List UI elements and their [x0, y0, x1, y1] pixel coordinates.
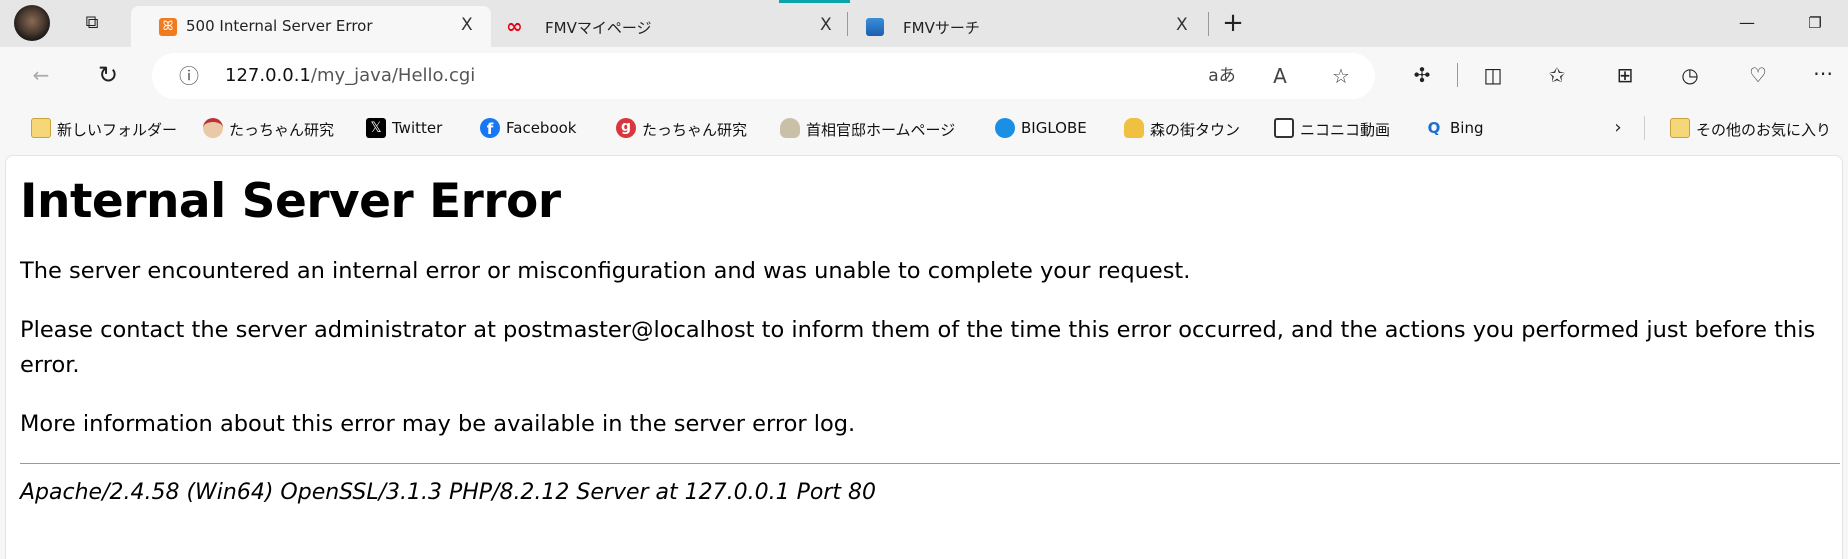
tv-icon	[1274, 118, 1294, 138]
url-path: /my_java/Hello.cgi	[310, 65, 476, 86]
split-screen-icon[interactable]: ◫	[1478, 60, 1508, 90]
bookmark-label: Facebook	[506, 119, 577, 137]
read-aloud-icon[interactable]: A	[1265, 61, 1295, 91]
address-bar[interactable]: ⓘ 127.0.0.1/my_java/Hello.cgi aあ A ☆	[152, 53, 1375, 99]
favorites-bar: 新しいフォルダー たっちゃん研究 𝕏 Twitter f Facebook g たっち…	[0, 104, 1848, 153]
new-tab-button[interactable]: +	[1218, 8, 1248, 38]
site-info-icon[interactable]: ⓘ	[174, 61, 204, 91]
g-icon: g	[616, 118, 636, 138]
tab-fmv-search[interactable]: FMVサーチ X	[858, 6, 1203, 47]
bookmark-label: BIGLOBE	[1021, 119, 1087, 137]
log-message: More information about this error may be…	[20, 411, 856, 437]
teal-indicator	[779, 0, 850, 3]
bookmark-label: 新しいフォルダー	[57, 121, 178, 139]
url-host: 127.0.0.1	[225, 65, 311, 86]
page-title: Internal Server Error	[20, 174, 561, 229]
page-viewport: Internal Server Error The server encount…	[5, 155, 1843, 559]
emblem-icon	[780, 118, 800, 138]
tab-separator	[1208, 12, 1209, 36]
tab-title: FMVマイページ	[545, 19, 652, 37]
biglobe-icon	[995, 118, 1015, 138]
minimize-button[interactable]: —	[1732, 8, 1762, 38]
close-tab-icon[interactable]: X	[1176, 15, 1188, 35]
tab-title: 500 Internal Server Error	[186, 17, 373, 35]
search-icon: Q	[1427, 119, 1441, 137]
facebook-icon: f	[480, 118, 500, 138]
bookmark-label: Twitter	[392, 119, 443, 137]
restore-button[interactable]: ❐	[1800, 8, 1830, 38]
refresh-button[interactable]: ↻	[93, 60, 123, 90]
bookmark-label: たっちゃん研究	[229, 121, 335, 139]
browser-essentials-icon[interactable]: ♡	[1743, 60, 1773, 90]
url-text[interactable]: 127.0.0.1/my_java/Hello.cgi	[225, 65, 475, 86]
toolbar-separator	[1457, 63, 1458, 87]
server-signature: Apache/2.4.58 (Win64) OpenSSL/3.1.3 PHP/…	[20, 480, 876, 505]
tab-separator	[847, 12, 848, 36]
cloud-icon	[866, 18, 884, 36]
bookmark-label: Bing	[1450, 119, 1484, 137]
more-bookmarks-chevron-icon[interactable]: ›	[1603, 113, 1633, 143]
error-message: The server encountered an internal error…	[20, 258, 1191, 284]
divider	[20, 463, 1840, 464]
tab-500-error[interactable]: ꕤ 500 Internal Server Error X	[131, 6, 491, 47]
more-menu-icon[interactable]: ⋯	[1808, 58, 1838, 88]
favorite-star-icon[interactable]: ☆	[1326, 61, 1356, 91]
fujitsu-icon: ∞	[506, 14, 523, 38]
tab-fmv-mypage[interactable]: ∞ FMVマイページ X	[500, 6, 845, 47]
folder-icon	[1670, 118, 1690, 138]
folder-icon	[31, 118, 51, 138]
cat-icon	[1124, 118, 1144, 138]
bookmark-label: ニコニコ動画	[1300, 121, 1391, 139]
bookmark-label: 森の街タウン	[1150, 121, 1241, 139]
tab-bar: ⧉ ꕤ 500 Internal Server Error X ∞ FMVマイペ…	[0, 0, 1848, 47]
close-tab-icon[interactable]: X	[461, 15, 473, 35]
bookmark-label: たっちゃん研究	[642, 121, 748, 139]
favorites-icon[interactable]: ✩	[1542, 60, 1572, 90]
close-tab-icon[interactable]: X	[820, 15, 832, 35]
profile-avatar[interactable]	[14, 5, 50, 41]
xampp-icon: ꕤ	[159, 18, 177, 36]
bookmark-label: その他のお気に入り	[1696, 121, 1832, 139]
translate-icon[interactable]: aあ	[1207, 61, 1237, 91]
bookmark-label: 首相官邸ホームページ	[806, 121, 956, 139]
collections-icon[interactable]: ⊞	[1610, 60, 1640, 90]
back-button[interactable]: ←	[26, 60, 56, 90]
tab-title: FMVサーチ	[903, 19, 980, 37]
avatar-icon	[203, 118, 223, 138]
tab-actions-icon[interactable]: ⧉	[77, 8, 107, 38]
toolbar: ← ↻ ⓘ 127.0.0.1/my_java/Hello.cgi aあ A ☆…	[0, 47, 1848, 104]
bookmark-separator	[1644, 116, 1645, 140]
contact-message: Please contact the server administrator …	[20, 317, 1816, 378]
history-icon[interactable]: ◷	[1675, 60, 1705, 90]
extensions-icon[interactable]: ✣	[1407, 60, 1437, 90]
x-icon: 𝕏	[366, 118, 386, 138]
error-page: Internal Server Error The server encount…	[20, 156, 1840, 508]
